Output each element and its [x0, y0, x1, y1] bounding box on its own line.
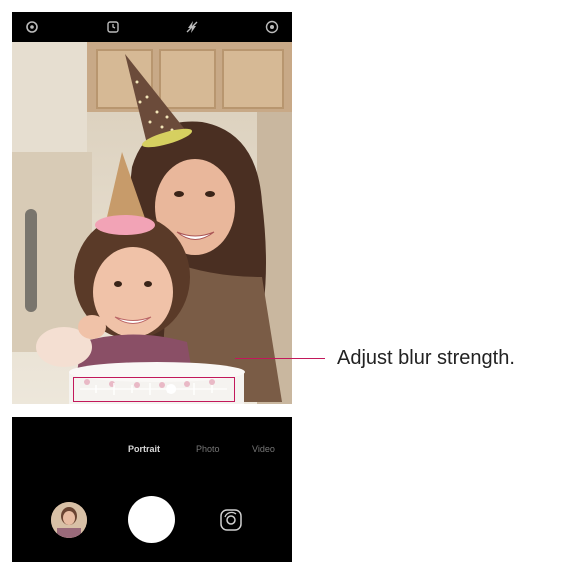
callout-text: Adjust blur strength. [337, 347, 515, 369]
shutter-button[interactable] [128, 496, 175, 543]
switch-camera-icon[interactable] [219, 508, 243, 532]
viewfinder-photo [12, 42, 292, 417]
flash-off-icon[interactable] [184, 19, 200, 35]
settings-icon[interactable] [24, 19, 40, 35]
blur-slider-track [80, 383, 227, 395]
blur-slider-knob[interactable] [166, 384, 177, 394]
portrait-mode-icon[interactable] [264, 19, 280, 35]
blur-strength-slider[interactable] [73, 377, 235, 402]
zoom-slider[interactable] [25, 209, 37, 312]
camera-viewfinder[interactable] [12, 42, 292, 417]
camera-top-bar [12, 12, 292, 42]
mode-photo[interactable]: Photo [196, 444, 220, 454]
callout-line [235, 358, 325, 359]
mode-video[interactable]: Video [252, 444, 275, 454]
timer-icon[interactable] [105, 19, 121, 35]
mode-portrait[interactable]: Portrait [128, 444, 160, 454]
camera-mode-selector: Portrait Photo Video [12, 442, 292, 462]
gallery-thumbnail[interactable] [51, 502, 87, 538]
phone-screen: Portrait Photo Video [12, 12, 292, 562]
